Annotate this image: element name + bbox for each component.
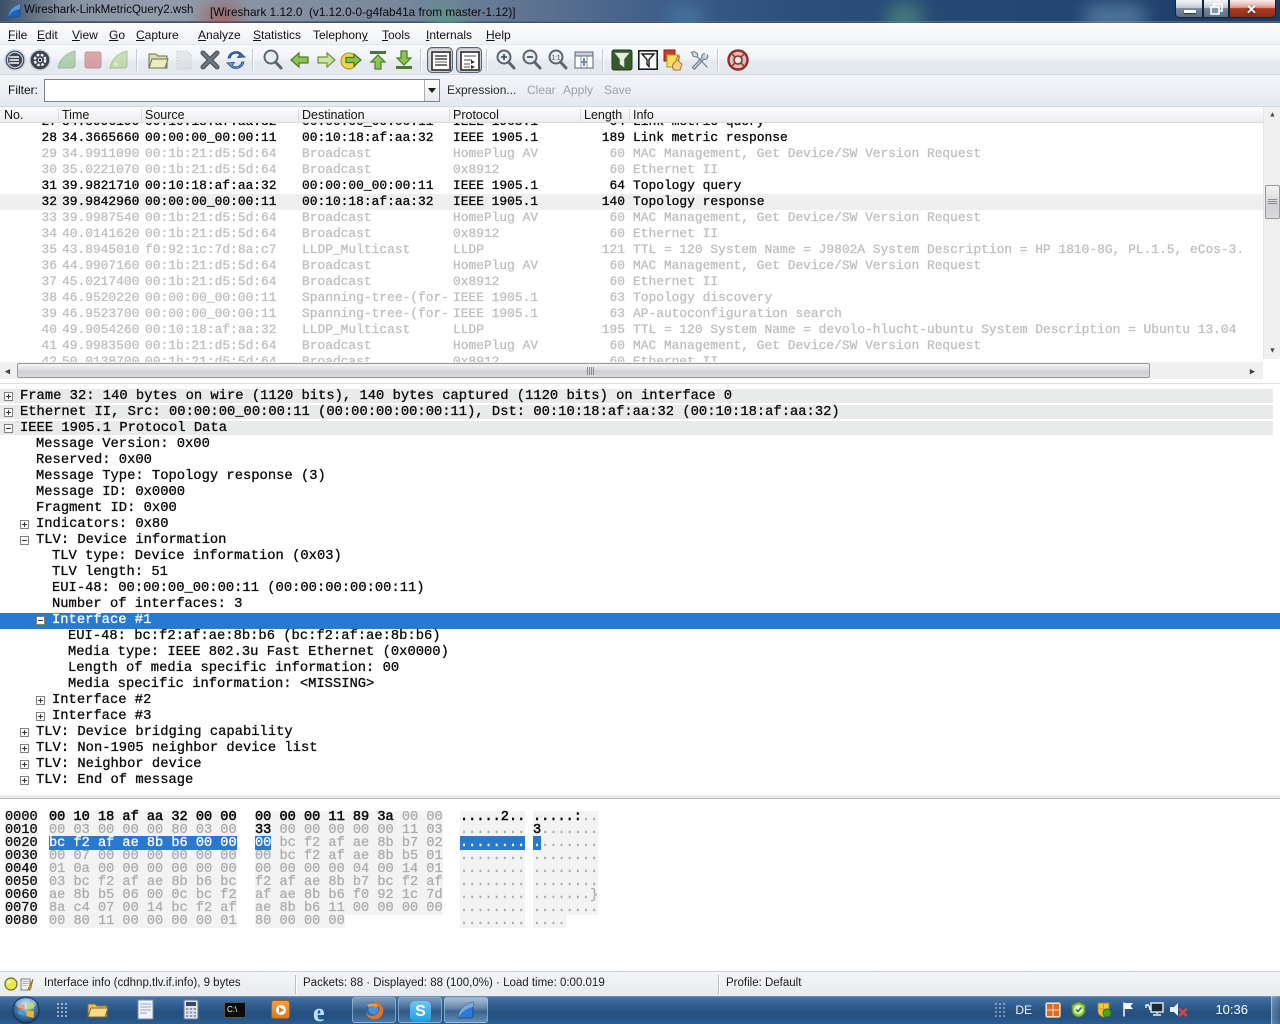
svg-text:1:1: 1:1: [551, 55, 560, 62]
